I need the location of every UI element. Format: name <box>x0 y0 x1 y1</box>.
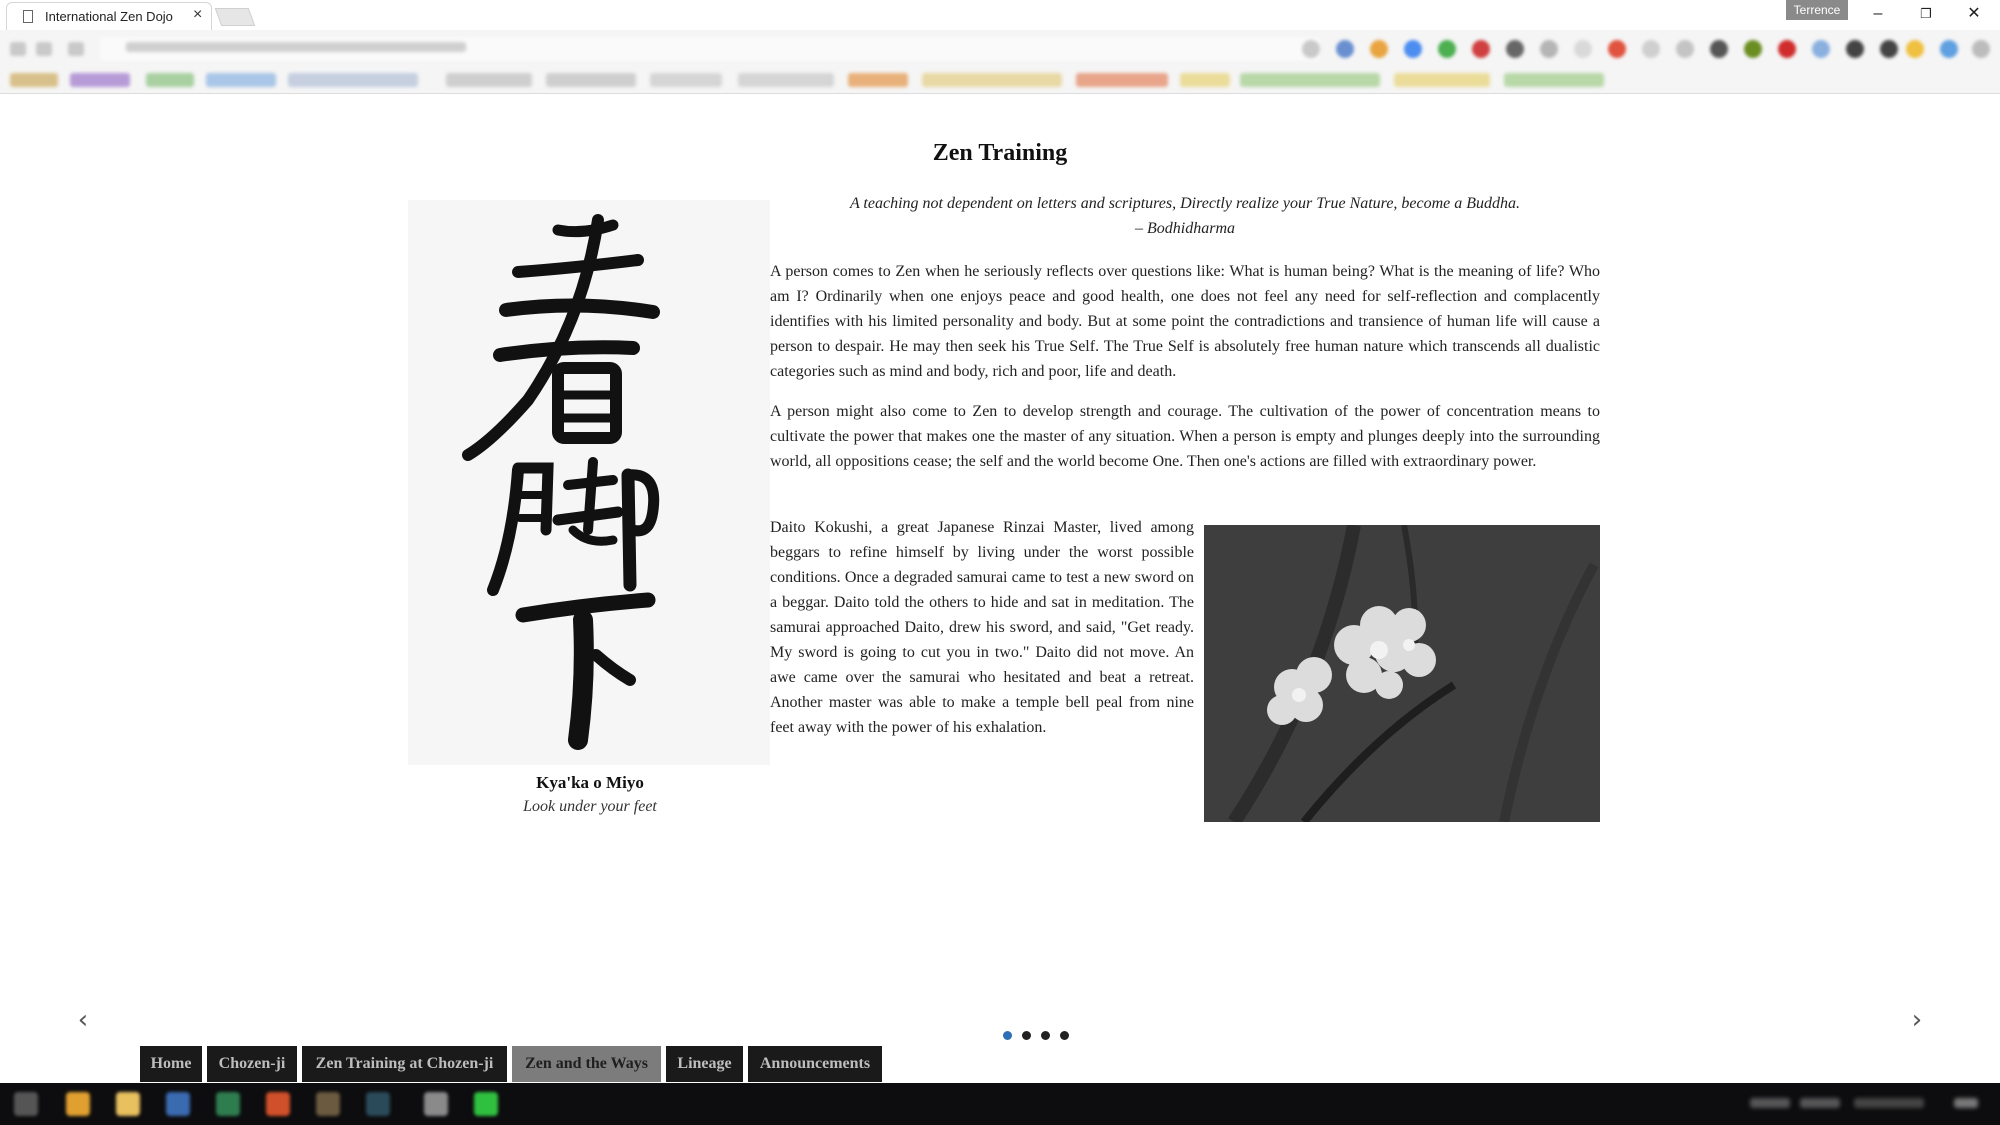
quote-author: – Bodhidharma <box>1135 220 1235 237</box>
extension-icon[interactable] <box>1940 40 1958 58</box>
extension-icon[interactable] <box>1404 40 1422 58</box>
bookmark-item[interactable] <box>1504 73 1604 87</box>
extension-icon[interactable] <box>1880 40 1898 58</box>
bookmark-item[interactable] <box>922 73 1062 87</box>
bookmark-item[interactable] <box>70 73 130 87</box>
bookmark-item[interactable] <box>546 73 636 87</box>
menu-icon[interactable] <box>1972 40 1990 58</box>
bookmark-item[interactable] <box>146 73 194 87</box>
paragraph: Daito Kokushi, a great Japanese Rinzai M… <box>770 519 1194 736</box>
bookmark-item[interactable] <box>1076 73 1168 87</box>
forward-icon[interactable] <box>36 42 52 56</box>
extension-icon[interactable] <box>1778 40 1796 58</box>
extension-icon[interactable] <box>1846 40 1864 58</box>
next-slide-arrow-icon[interactable]: › <box>1897 1001 1937 1041</box>
extension-icon[interactable] <box>1744 40 1762 58</box>
address-text-blurred <box>126 42 466 52</box>
bookmark-item[interactable] <box>288 73 418 87</box>
extension-icon[interactable] <box>1906 40 1924 58</box>
slide-dot[interactable] <box>1003 1031 1012 1040</box>
extension-icon[interactable] <box>1574 40 1592 58</box>
notifications-icon[interactable] <box>1954 1098 1978 1108</box>
bookmark-item[interactable] <box>206 73 276 87</box>
slide-dot[interactable] <box>1060 1031 1069 1040</box>
quote-block: A teaching not dependent on letters and … <box>770 191 1600 241</box>
tray-icons[interactable] <box>1750 1098 1790 1108</box>
close-window-button[interactable]: ✕ <box>1952 2 1996 26</box>
app-icon[interactable] <box>166 1092 190 1116</box>
restore-button[interactable]: ❐ <box>1904 2 1948 26</box>
previous-slide-arrow-icon[interactable]: ‹ <box>63 1001 103 1041</box>
extension-icon[interactable] <box>1812 40 1830 58</box>
folder-icon[interactable] <box>116 1092 140 1116</box>
bookmark-item[interactable] <box>10 73 58 87</box>
new-tab-button[interactable] <box>214 8 256 26</box>
nav-item-home[interactable]: Home <box>140 1046 202 1082</box>
calligraphy-image <box>408 200 770 765</box>
paragraph: A person comes to Zen when he seriously … <box>770 263 1600 380</box>
calligraphy-caption-subtitle: Look under your feet <box>523 798 657 815</box>
extension-icon[interactable] <box>1710 40 1728 58</box>
chrome-icon[interactable] <box>66 1092 90 1116</box>
extension-icon[interactable] <box>1608 40 1626 58</box>
calligraphy-caption-title: Kya'ka o Miyo <box>536 773 644 792</box>
blossom-photo <box>1204 525 1600 822</box>
nav-item-announcements[interactable]: Announcements <box>748 1046 882 1082</box>
bookmark-item[interactable] <box>650 73 722 87</box>
extension-icon[interactable] <box>1506 40 1524 58</box>
quote-text: A teaching not dependent on letters and … <box>849 195 1521 212</box>
nav-item-zen-training-at-chozen-ji[interactable]: Zen Training at Chozen-ji <box>302 1046 507 1082</box>
nav-item-zen-and-the-ways[interactable]: Zen and the Ways <box>512 1046 661 1082</box>
app-icon[interactable] <box>216 1092 240 1116</box>
reload-icon[interactable] <box>68 42 84 56</box>
bookmark-item[interactable] <box>1394 73 1490 87</box>
star-icon[interactable] <box>1302 40 1320 58</box>
nav-item-lineage[interactable]: Lineage <box>666 1046 743 1082</box>
bookmark-item[interactable] <box>738 73 834 87</box>
bookmark-item[interactable] <box>1240 73 1380 87</box>
app-icon[interactable] <box>316 1092 340 1116</box>
clock[interactable] <box>1854 1098 1924 1108</box>
page-title: Zen Training <box>932 140 1068 166</box>
tab-title: International Zen Dojo <box>45 9 173 24</box>
extension-icon[interactable] <box>1642 40 1660 58</box>
extension-icon[interactable] <box>1540 40 1558 58</box>
bookmark-item[interactable] <box>446 73 532 87</box>
extension-icon[interactable] <box>1676 40 1694 58</box>
minimize-button[interactable]: – <box>1856 2 1900 26</box>
browser-titlebar: International Zen Dojo × Terrence – ❐ ✕ <box>0 0 2000 30</box>
extension-icon[interactable] <box>1336 40 1354 58</box>
app-icon[interactable] <box>474 1092 498 1116</box>
app-icon[interactable] <box>366 1092 390 1116</box>
profile-badge[interactable]: Terrence <box>1786 0 1848 20</box>
close-tab-icon[interactable]: × <box>193 6 202 24</box>
back-icon[interactable] <box>10 42 26 56</box>
bookmark-item[interactable] <box>1180 73 1230 87</box>
extension-icon[interactable] <box>1370 40 1388 58</box>
app-icon[interactable] <box>266 1092 290 1116</box>
bookmark-item[interactable] <box>848 73 908 87</box>
nav-item-chozen-ji[interactable]: Chozen-ji <box>207 1046 297 1082</box>
app-icon[interactable] <box>424 1092 448 1116</box>
slide-dot[interactable] <box>1041 1031 1050 1040</box>
start-icon[interactable] <box>14 1092 38 1116</box>
slide-dots <box>1003 1027 1079 1040</box>
os-taskbar <box>0 1083 2000 1125</box>
extension-icon[interactable] <box>1438 40 1456 58</box>
slide-dot[interactable] <box>1022 1031 1031 1040</box>
tray-icons[interactable] <box>1800 1098 1840 1108</box>
page-icon <box>23 10 33 23</box>
paragraph: A person might also come to Zen to devel… <box>770 403 1600 470</box>
browser-tab[interactable]: International Zen Dojo × <box>6 2 212 30</box>
extension-icon[interactable] <box>1472 40 1490 58</box>
